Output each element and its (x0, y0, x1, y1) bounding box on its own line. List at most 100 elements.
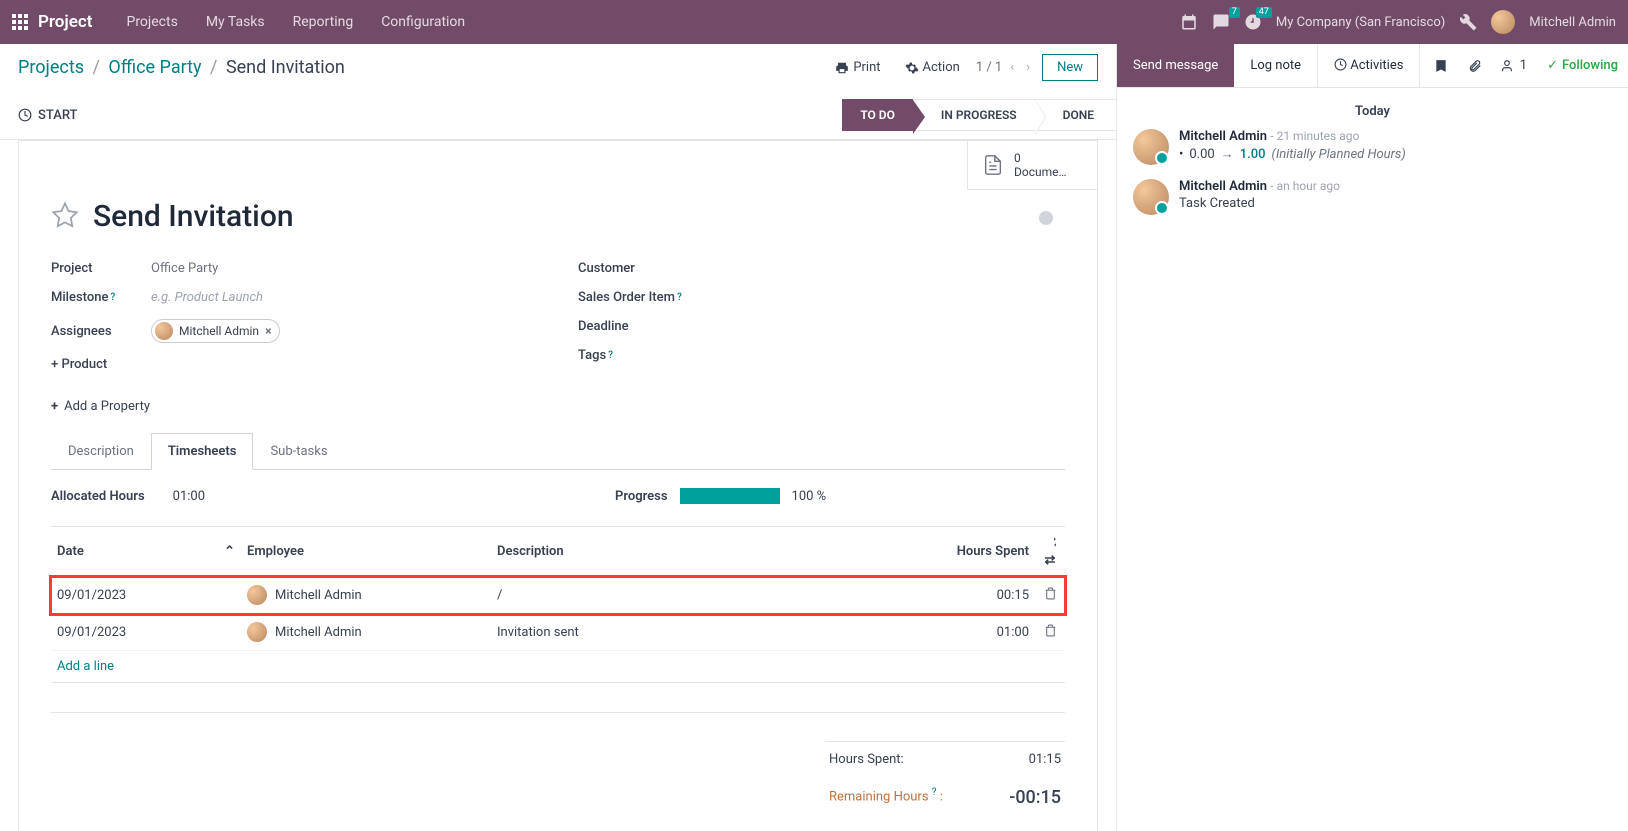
tags-label: Tags? (578, 348, 718, 363)
clock-icon[interactable]: 47 (1244, 13, 1262, 31)
options-icon[interactable]: ⇄ (1043, 538, 1057, 568)
tab-description[interactable]: Description (51, 433, 151, 470)
cell-hours[interactable]: 01:00 (915, 614, 1035, 651)
stage-in-progress[interactable]: IN PROGRESS (913, 99, 1035, 131)
avatar-icon (247, 585, 267, 605)
milestone-label: Milestone? (51, 290, 151, 305)
cell-description[interactable]: / (491, 577, 915, 614)
menu-my-tasks[interactable]: My Tasks (194, 14, 277, 30)
apps-icon[interactable] (12, 14, 28, 30)
book-icon[interactable] (1424, 45, 1458, 87)
start-button[interactable]: START (18, 108, 77, 123)
progress-value: 100 % (792, 489, 827, 504)
pager-next-icon[interactable]: › (1022, 58, 1034, 77)
menu-reporting[interactable]: Reporting (281, 14, 366, 30)
activities-button[interactable]: Activities (1317, 44, 1420, 87)
col-hours[interactable]: Hours Spent (915, 527, 1035, 577)
remove-chip-icon[interactable]: × (265, 324, 271, 338)
sort-asc-icon: ⌃ (224, 544, 235, 559)
cell-employee[interactable]: Mitchell Admin (241, 577, 491, 614)
menu-projects[interactable]: Projects (114, 14, 189, 30)
tracking-old: 0.00 (1179, 147, 1215, 162)
remaining-hours-label: Remaining Hours ? : (829, 787, 943, 808)
avatar-icon (155, 322, 173, 340)
attachment-icon[interactable] (1458, 45, 1492, 87)
breadcrumb-current: Send Invitation (226, 57, 345, 78)
status-bar: TO DO IN PROGRESS DONE (842, 99, 1116, 131)
add-line-button[interactable]: Add a line (57, 659, 114, 674)
milestone-input[interactable]: e.g. Product Launch (151, 290, 263, 305)
assignees-label: Assignees (51, 324, 151, 339)
avatar-icon (1133, 179, 1169, 215)
customer-label: Customer (578, 261, 718, 276)
message-time: - an hour ago (1270, 179, 1340, 193)
trash-icon[interactable] (1044, 626, 1057, 641)
progress-bar (680, 488, 780, 504)
deadline-label: Deadline (578, 319, 718, 334)
task-title[interactable]: Send Invitation (93, 199, 294, 234)
hours-spent-value: 01:15 (1029, 752, 1061, 767)
message: Mitchell Admin - an hour ago Task Create… (1133, 179, 1612, 215)
tab-timesheets[interactable]: Timesheets (151, 433, 254, 470)
breadcrumb-parent[interactable]: Office Party (108, 57, 201, 78)
user-name[interactable]: Mitchell Admin (1529, 15, 1616, 30)
new-button[interactable]: New (1042, 54, 1098, 81)
followers-button[interactable]: 1 (1492, 44, 1537, 87)
assignee-chip[interactable]: Mitchell Admin× (151, 319, 280, 343)
log-note-button[interactable]: Log note (1234, 44, 1317, 87)
col-description[interactable]: Description (491, 527, 915, 577)
following-button[interactable]: ✓ Following (1537, 44, 1628, 87)
help-icon[interactable]: ? (677, 292, 682, 303)
col-date[interactable]: Date ⌃ (51, 527, 241, 577)
breadcrumb-root[interactable]: Projects (18, 57, 84, 78)
project-label: Project (51, 261, 151, 276)
help-icon[interactable]: ? (608, 350, 613, 361)
table-row[interactable]: 09/01/2023Mitchell AdminInvitation sent0… (51, 614, 1065, 651)
menu-configuration[interactable]: Configuration (369, 14, 477, 30)
message-body: Task Created (1179, 196, 1612, 211)
pager-prev-icon[interactable]: ‹ (1006, 58, 1018, 77)
table-row[interactable]: 09/01/2023Mitchell Admin/00:15 (51, 577, 1065, 614)
stage-done[interactable]: DONE (1035, 99, 1116, 131)
product-label[interactable]: + Product (51, 357, 107, 372)
allocated-hours-value[interactable]: 01:00 (173, 489, 205, 504)
col-employee[interactable]: Employee (241, 527, 491, 577)
message: Mitchell Admin - 21 minutes ago 0.00 → 1… (1133, 129, 1612, 165)
totals: Hours Spent:01:15 Remaining Hours ? :-00… (825, 741, 1065, 818)
tracking-new: 1.00 (1240, 147, 1266, 162)
trash-icon[interactable] (1044, 589, 1057, 604)
action-button[interactable]: Action (897, 54, 968, 81)
state-indicator-icon[interactable] (1039, 211, 1053, 225)
tools-icon[interactable] (1459, 13, 1477, 31)
user-avatar[interactable] (1491, 10, 1515, 34)
soi-label: Sales Order Item? (578, 290, 718, 305)
send-message-button[interactable]: Send message (1117, 44, 1234, 87)
timesheet-table: Date ⌃ Employee Description Hours Spent … (51, 526, 1065, 713)
calendar-icon[interactable] (1180, 13, 1198, 31)
breadcrumb: Projects / Office Party / Send Invitatio… (18, 57, 819, 78)
cell-employee[interactable]: Mitchell Admin (241, 614, 491, 651)
star-icon[interactable] (51, 201, 79, 233)
message-author[interactable]: Mitchell Admin (1179, 179, 1267, 194)
messages-icon[interactable]: 7 (1212, 13, 1230, 31)
add-property-button[interactable]: +Add a Property (19, 391, 1097, 432)
company-name[interactable]: My Company (San Francisco) (1276, 15, 1445, 30)
cell-description[interactable]: Invitation sent (491, 614, 915, 651)
status-row: START TO DO IN PROGRESS DONE (0, 91, 1116, 140)
cell-date[interactable]: 09/01/2023 (51, 614, 241, 651)
arrow-icon: → (1221, 146, 1234, 162)
message-author[interactable]: Mitchell Admin (1179, 129, 1267, 144)
print-button[interactable]: Print (827, 54, 888, 81)
project-value[interactable]: Office Party (151, 261, 218, 276)
tab-subtasks[interactable]: Sub-tasks (253, 433, 344, 470)
remaining-hours-value: -00:15 (1009, 787, 1061, 808)
help-icon[interactable]: ? (110, 292, 115, 303)
stage-todo[interactable]: TO DO (842, 99, 913, 131)
tracking-field: (Initially Planned Hours) (1272, 147, 1406, 162)
messages-badge: 7 (1229, 7, 1240, 18)
cell-hours[interactable]: 00:15 (915, 577, 1035, 614)
cell-date[interactable]: 09/01/2023 (51, 577, 241, 614)
chatter: Send message Log note Activities 1 ✓ Fol… (1116, 44, 1628, 831)
brand-title: Project (38, 12, 92, 32)
message-time: - 21 minutes ago (1270, 129, 1359, 143)
